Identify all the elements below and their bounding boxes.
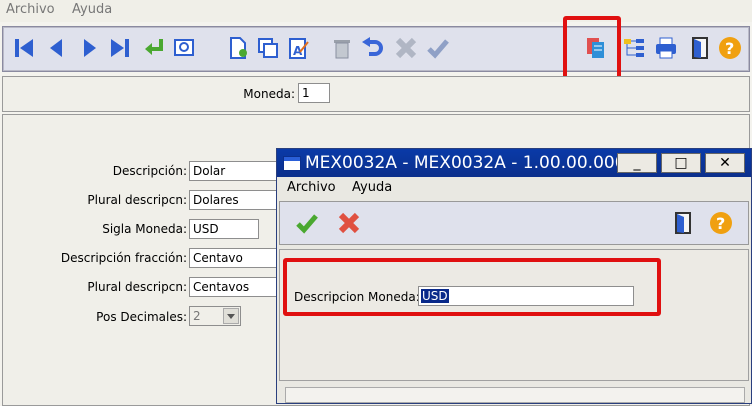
descripcion-fraccion-field[interactable]: Centavo [189,248,285,268]
status-bar [285,387,745,403]
descripcion-label: Descripción: [112,164,187,178]
copy-icon[interactable] [255,35,281,61]
accept-icon[interactable] [425,35,451,61]
descripcion-field[interactable]: Dolar [189,161,285,181]
descripcion-fraccion-label: Descripción fracción: [60,251,187,265]
header-panel: Moneda: 1 [2,76,750,112]
delete-icon[interactable] [329,35,355,61]
last-record-icon[interactable] [107,35,133,61]
pos-decimales-label: Pos Decimales: [96,310,187,324]
plural-descripcion-field[interactable]: Dolares [189,190,285,210]
dialog-menu-ayuda[interactable]: Ayuda [352,180,392,195]
help-icon[interactable]: ? [717,35,743,61]
menu-archivo[interactable]: Archivo [6,2,55,17]
sigla-moneda-label: Sigla Moneda: [102,222,187,236]
window-app-icon [283,156,301,171]
dialog-title: MEX0032A - MEX0032A - 1.00.00.000... [305,153,642,173]
next-record-icon[interactable] [77,35,103,61]
maximize-button[interactable]: □ [661,153,701,173]
dialog-menu-archivo[interactable]: Archivo [287,180,336,195]
print-icon[interactable] [653,35,679,61]
plural-descripcion-label: Plural descripcn: [87,193,187,207]
close-button[interactable]: ✕ [705,153,745,173]
help-icon[interactable]: ? [708,210,734,236]
plural-fraccion-label: Plural descripcn: [87,280,187,294]
enter-icon[interactable] [141,35,167,61]
plural-fraccion-field[interactable]: Centavos [189,277,285,297]
first-record-icon[interactable] [11,35,37,61]
undo-icon[interactable] [359,35,385,61]
pos-decimales-select[interactable]: 2 [189,306,241,326]
main-toolbar: A ? [2,26,750,72]
cancel-icon[interactable] [393,35,419,61]
dialog-title-bar[interactable]: MEX0032A - MEX0032A - 1.00.00.000... _ □… [277,149,751,177]
svg-text:?: ? [725,39,734,58]
svg-text:?: ? [716,214,725,233]
exit-door-icon[interactable] [670,210,696,236]
menu-bar: Archivo Ayuda [0,0,752,22]
highlight-descripcion-field [283,258,661,316]
moneda-field[interactable]: 1 [298,83,330,103]
chevron-down-icon[interactable] [223,308,239,324]
tree-icon[interactable] [621,35,647,61]
minimize-button[interactable]: _ [617,153,657,173]
menu-ayuda[interactable]: Ayuda [72,2,112,17]
accept-icon[interactable] [294,210,320,236]
prev-record-icon[interactable] [43,35,69,61]
view-icon[interactable] [171,35,197,61]
sigla-moneda-field[interactable]: USD [189,219,259,239]
highlight-report-button [563,16,621,82]
dialog-toolbar: ? [279,201,749,245]
pos-decimales-value: 2 [193,309,201,323]
cancel-icon[interactable] [336,210,362,236]
moneda-label: Moneda: [243,87,295,101]
edit-icon[interactable]: A [285,35,311,61]
exit-door-icon[interactable] [687,35,713,61]
new-doc-icon[interactable] [225,35,251,61]
